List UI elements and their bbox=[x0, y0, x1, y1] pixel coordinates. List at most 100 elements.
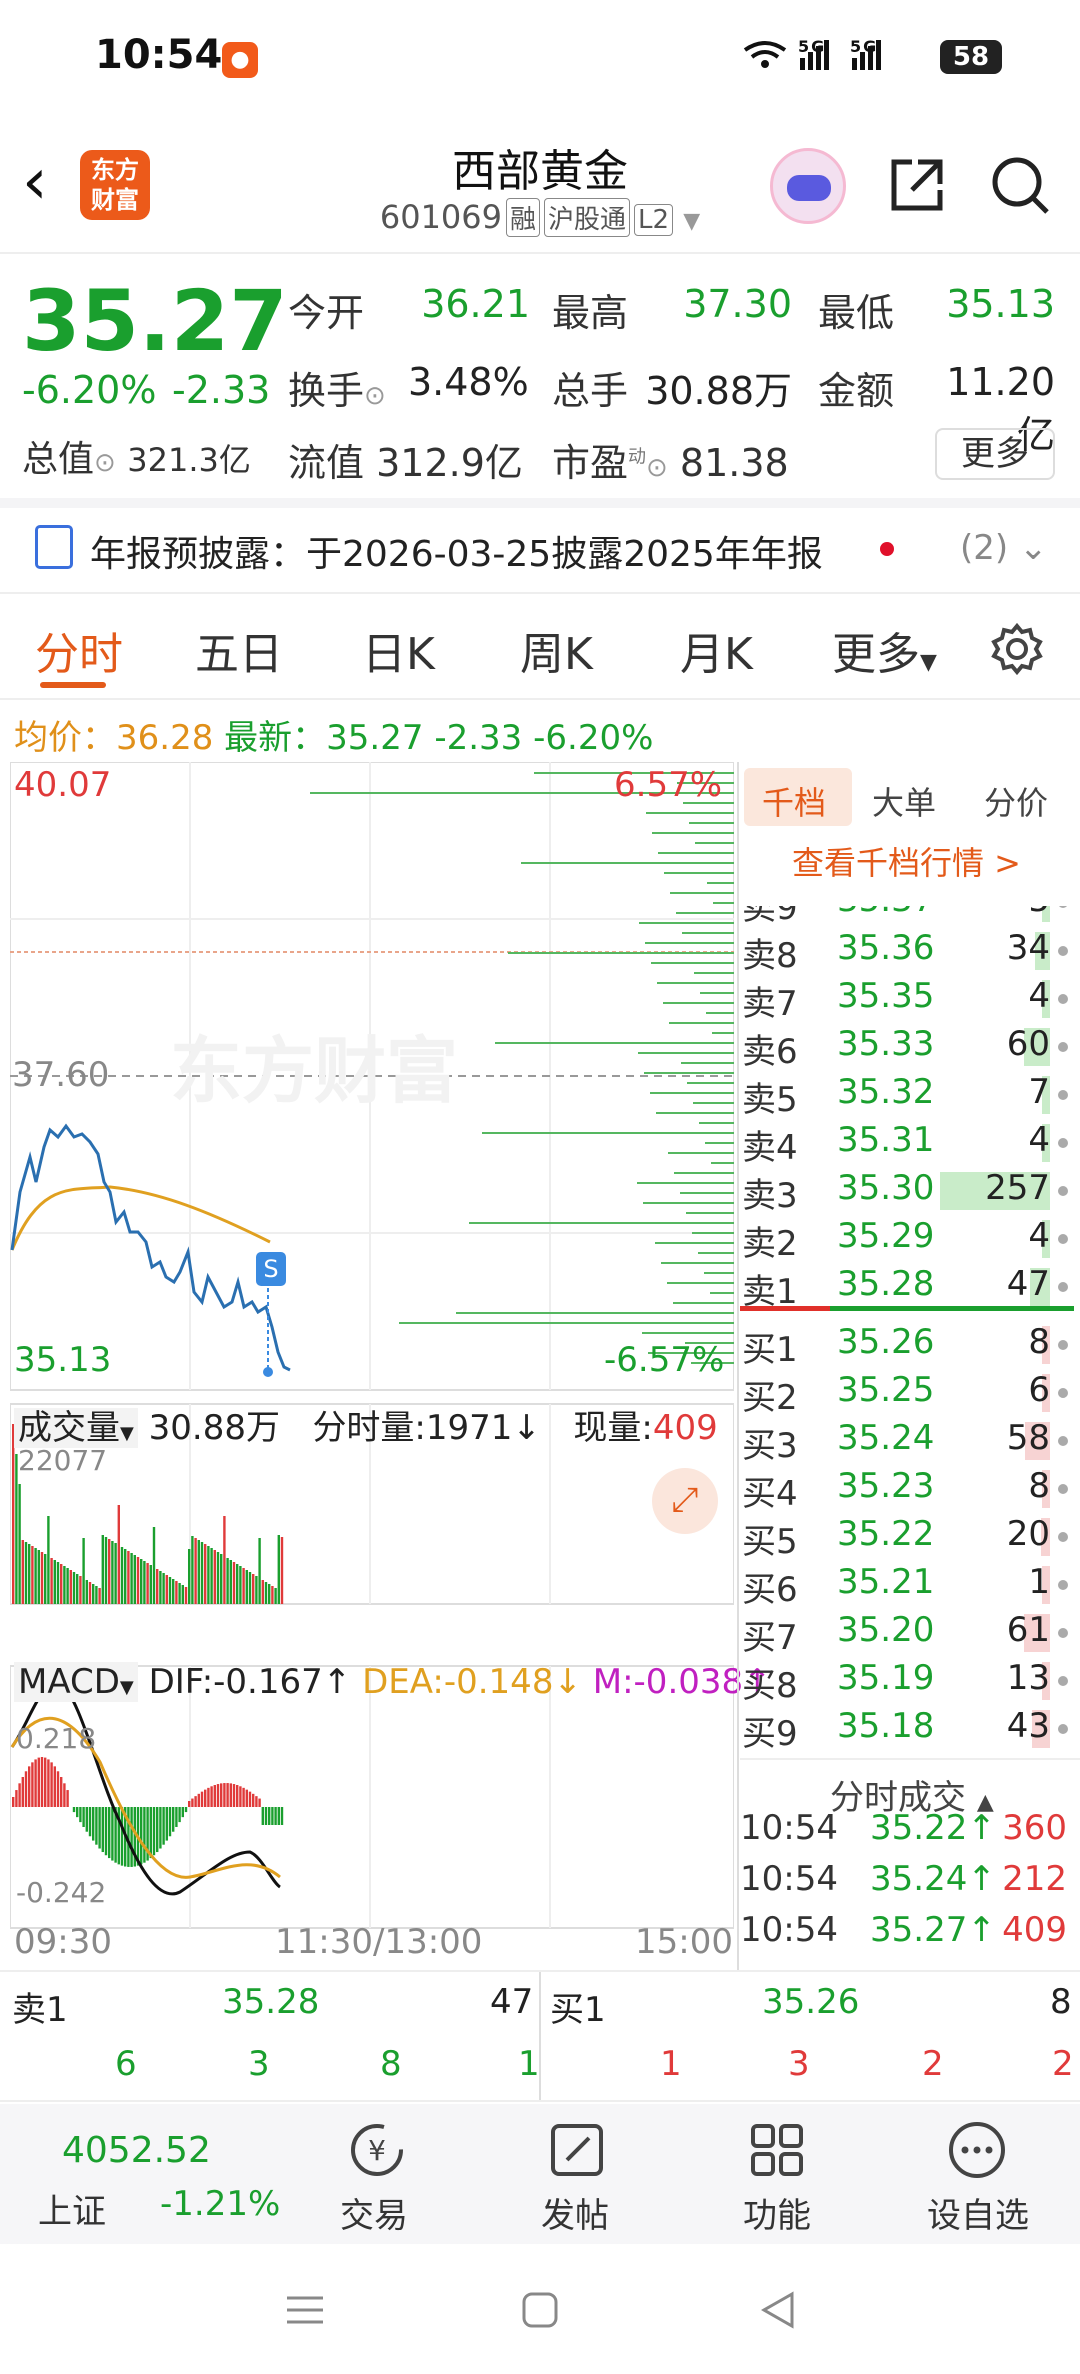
trade-icon[interactable]: ¥ bbox=[345, 2118, 409, 2186]
volume-bar bbox=[216, 1552, 220, 1604]
ask-row[interactable]: 卖6 35.33 60 bbox=[742, 1024, 1072, 1072]
ask-row[interactable]: 卖4 35.31 4 bbox=[742, 1120, 1072, 1168]
index-name[interactable]: 上证 bbox=[38, 2184, 106, 2233]
macd-bar bbox=[15, 1790, 18, 1807]
functions-icon[interactable] bbox=[745, 2118, 809, 2186]
depth-bar bbox=[692, 1232, 734, 1234]
macd-bar bbox=[60, 1777, 63, 1807]
volume-bar bbox=[21, 1540, 24, 1604]
volume-bar bbox=[255, 1576, 258, 1604]
volume-selector[interactable]: 成交量▼ bbox=[14, 1408, 138, 1448]
ask-row[interactable]: 卖5 35.32 7 bbox=[742, 1072, 1072, 1120]
macd-bar bbox=[191, 1798, 194, 1807]
tab-more[interactable]: 更多▼ bbox=[832, 618, 937, 682]
home-icon[interactable] bbox=[520, 2290, 560, 2334]
ask-row[interactable]: 卖1 35.28 47 bbox=[742, 1264, 1072, 1312]
depth-quote-link[interactable]: 查看千档行情 > bbox=[792, 838, 1021, 884]
index-value[interactable]: 4052.52 bbox=[62, 2130, 211, 2171]
macd-bar bbox=[156, 1807, 159, 1853]
search-icon[interactable] bbox=[985, 150, 1055, 220]
spread-bar-buy bbox=[830, 1306, 1074, 1311]
volume-bar bbox=[140, 1559, 143, 1604]
bid-row[interactable]: 买3 35.24 58 bbox=[742, 1418, 1072, 1466]
tag-connect: 沪股通 bbox=[544, 198, 631, 237]
volume-bar bbox=[63, 1566, 66, 1604]
status-dot bbox=[1058, 1484, 1068, 1494]
tab-monthly-k[interactable]: 月K bbox=[680, 618, 753, 682]
level-price: 35.28 bbox=[837, 1264, 935, 1304]
change-value: -2.33 bbox=[172, 368, 271, 412]
trade-price: 35.22↑ bbox=[870, 1808, 996, 1848]
bid-row[interactable]: 买2 35.25 6 bbox=[742, 1370, 1072, 1418]
depth-bar bbox=[700, 992, 734, 994]
tab-price-dist[interactable]: 分价 bbox=[984, 778, 1048, 824]
depth-bar bbox=[661, 1262, 734, 1264]
volume-bar bbox=[143, 1561, 146, 1604]
macd-selector-label: MACD bbox=[18, 1662, 120, 1702]
level-volume: 257 bbox=[985, 1168, 1050, 1208]
info-icon[interactable]: ⊙ bbox=[646, 453, 668, 483]
level-name: 卖8 bbox=[742, 936, 798, 976]
depth-bar bbox=[673, 1302, 734, 1304]
ask-row[interactable]: 卖7 35.35 4 bbox=[742, 976, 1072, 1024]
bid-row[interactable]: 买6 35.21 1 bbox=[742, 1562, 1072, 1610]
ask-row[interactable]: 卖9 35.37 5 bbox=[742, 880, 1072, 928]
back-nav-icon[interactable] bbox=[758, 2290, 798, 2334]
volume-bar bbox=[280, 1537, 284, 1604]
volume-bar bbox=[232, 1562, 236, 1604]
macd-bar bbox=[204, 1789, 207, 1807]
depth-bar bbox=[495, 1042, 734, 1044]
macd-bar bbox=[159, 1807, 162, 1849]
bid-row[interactable]: 买9 35.18 43 bbox=[742, 1706, 1072, 1754]
tab-5day[interactable]: 五日 bbox=[195, 618, 283, 682]
volume-bar bbox=[175, 1581, 178, 1604]
gear-icon[interactable] bbox=[990, 622, 1044, 676]
volume-bar bbox=[114, 1543, 117, 1604]
info-icon[interactable]: ⊙ bbox=[94, 448, 116, 478]
level-name: 买6 bbox=[742, 1570, 798, 1610]
macd-bar bbox=[181, 1807, 184, 1818]
tab-depth[interactable]: 千档 bbox=[762, 778, 826, 824]
depth-bar bbox=[655, 1242, 734, 1244]
macd-selector[interactable]: MACD▼ bbox=[14, 1662, 138, 1702]
volume-bar bbox=[152, 1527, 156, 1604]
macd-bar bbox=[162, 1807, 165, 1845]
ask-row[interactable]: 卖3 35.30 257 bbox=[742, 1168, 1072, 1216]
notice-count[interactable]: (2) ⌄ bbox=[960, 528, 1047, 568]
tab-daily-k[interactable]: 日K bbox=[362, 618, 435, 682]
level-name: 卖5 bbox=[742, 1080, 798, 1120]
info-icon[interactable]: ⊙ bbox=[364, 381, 386, 411]
tab-big-orders[interactable]: 大单 bbox=[872, 778, 936, 824]
more-dots-icon[interactable] bbox=[945, 2118, 1009, 2186]
depth-bar bbox=[657, 982, 734, 984]
macd-bar bbox=[12, 1797, 15, 1807]
assistant-avatar[interactable] bbox=[770, 148, 846, 224]
nav-trade[interactable]: 交易 bbox=[314, 2188, 434, 2237]
tab-weekly-k[interactable]: 周K bbox=[520, 618, 593, 682]
level-name: 卖2 bbox=[742, 1224, 798, 1264]
level-price: 35.37 bbox=[837, 880, 935, 920]
index-percent[interactable]: -1.21% bbox=[160, 2184, 280, 2224]
expand-icon[interactable]: ⤢ bbox=[652, 1468, 718, 1534]
share-icon[interactable] bbox=[882, 150, 952, 220]
bid-row[interactable]: 买1 35.26 8 bbox=[742, 1322, 1072, 1370]
depth-bar bbox=[687, 1082, 734, 1084]
nav-add-watchlist[interactable]: 设自选 bbox=[918, 2188, 1038, 2237]
macd-bar bbox=[143, 1807, 146, 1863]
depth-bar bbox=[680, 1192, 734, 1194]
post-icon[interactable] bbox=[545, 2118, 609, 2186]
nav-functions[interactable]: 功能 bbox=[717, 2188, 837, 2237]
ask-row[interactable]: 卖2 35.29 4 bbox=[742, 1216, 1072, 1264]
nav-post[interactable]: 发帖 bbox=[515, 2188, 635, 2237]
ask-row[interactable]: 卖8 35.36 34 bbox=[742, 928, 1072, 976]
more-button[interactable]: 更多 bbox=[935, 428, 1055, 480]
notice-text[interactable]: 年报预披露：于2026-03-25披露2025年年报 bbox=[90, 525, 823, 577]
tab-intraday[interactable]: 分时 bbox=[35, 618, 123, 682]
level-volume: 5 bbox=[1028, 880, 1050, 920]
l1-bid-detail: 2 bbox=[922, 2044, 944, 2084]
menu-icon[interactable] bbox=[285, 2290, 325, 2334]
bid-row[interactable]: 买5 35.22 20 bbox=[742, 1514, 1072, 1562]
bid-row[interactable]: 买8 35.19 13 bbox=[742, 1658, 1072, 1706]
bid-row[interactable]: 买4 35.23 8 bbox=[742, 1466, 1072, 1514]
bid-row[interactable]: 买7 35.20 61 bbox=[742, 1610, 1072, 1658]
